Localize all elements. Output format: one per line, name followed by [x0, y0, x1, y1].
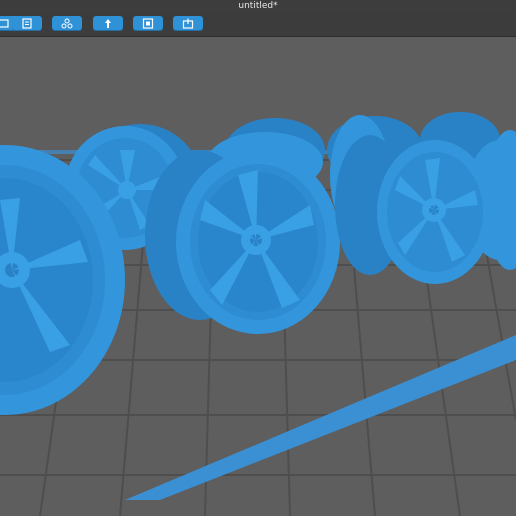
support-icon: [105, 19, 111, 28]
arrange-button[interactable]: [52, 16, 82, 31]
wheel-front-right[interactable]: [335, 135, 493, 284]
slice-frame-button[interactable]: [133, 16, 163, 31]
document-icon: [22, 18, 32, 29]
export-button[interactable]: [173, 16, 203, 31]
app-window: untitled*: [0, 0, 516, 516]
title-bar: untitled*: [0, 0, 516, 12]
wheel-front-center[interactable]: [145, 150, 340, 334]
slice-frame-icon: [142, 18, 154, 29]
export-icon: [182, 18, 194, 29]
3d-viewport[interactable]: [0, 37, 516, 516]
scene-canvas[interactable]: [0, 37, 516, 516]
window-title: untitled*: [238, 1, 278, 11]
document-button[interactable]: [12, 16, 42, 31]
import-icon: [0, 19, 9, 28]
support-button[interactable]: [93, 16, 123, 31]
arrange-icon: [61, 18, 73, 29]
toolbar: [0, 12, 516, 37]
